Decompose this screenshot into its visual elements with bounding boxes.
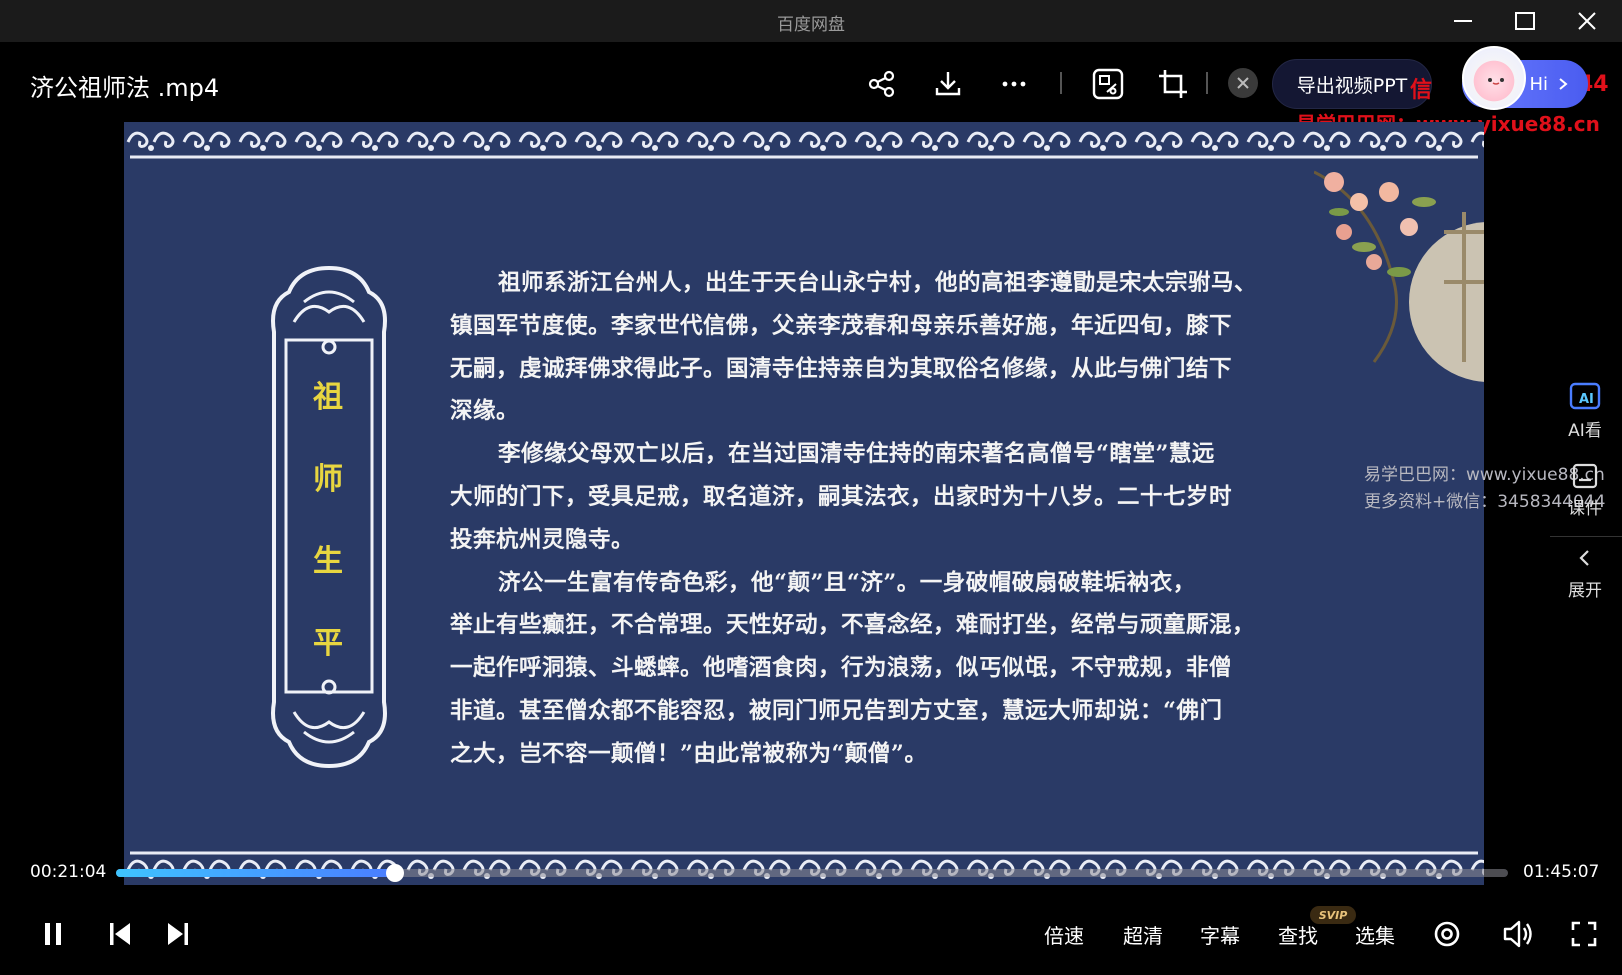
courseware-icon <box>1572 463 1598 489</box>
progress-fill <box>116 869 396 877</box>
svip-badge: SVIP <box>1310 906 1356 924</box>
slide-vertical-title: 祖 师 生 平 <box>306 372 350 662</box>
text-line: 大师的门下，受具足戒，取名道济，嗣其法衣，出家时为十八岁。二十七岁时 <box>450 483 1233 510</box>
chevron-right-icon <box>1559 78 1568 90</box>
decorative-border-top <box>124 122 1484 159</box>
text-line: 镇国军节度使。李家世代信佛，父亲李茂春和母亲乐善好施，年近四旬，膝下 <box>450 312 1233 339</box>
minimize-icon <box>1454 20 1472 22</box>
video-frame[interactable]: 祖 师 生 平 祖师系浙江台州人，出生于天台山永宁村，他的高祖李遵勖是宋太宗驸马… <box>124 122 1484 885</box>
progress-knob[interactable] <box>386 864 405 882</box>
side-divider <box>1550 536 1622 537</box>
expand-panel-button[interactable]: 展开 <box>1548 548 1622 601</box>
text-line: 深缘。 <box>450 398 520 425</box>
expand-label: 展开 <box>1568 581 1602 601</box>
ai-watch-button[interactable]: AI AI看 <box>1548 382 1622 441</box>
crop-button[interactable] <box>1153 64 1193 104</box>
text-line: 举止有些癫狂，不合常理。天性好动，不喜念经，难耐打坐，经常与顽童厮混， <box>450 612 1256 639</box>
text-line: 祖师系浙江台州人，出生于天台山永宁村，他的高祖李遵勖是宋太宗驸马、 <box>498 270 1258 296</box>
ai-view-icon: AI <box>1569 382 1601 410</box>
assistant-mascot-avatar[interactable] <box>1462 46 1526 110</box>
courseware-label: 课件 <box>1568 499 1602 519</box>
maximize-icon <box>1515 12 1535 30</box>
more-icon <box>1002 81 1026 87</box>
courseware-button[interactable]: 课件 <box>1548 462 1622 519</box>
quality-button[interactable]: 超清 <box>1123 920 1163 949</box>
pause-icon <box>45 923 61 945</box>
speed-button[interactable]: 倍速 <box>1044 920 1084 949</box>
screenshot-button[interactable] <box>1088 64 1128 104</box>
episodes-button[interactable]: 选集 <box>1355 920 1395 949</box>
gear-icon <box>1434 921 1460 947</box>
vertical-title-char: 平 <box>313 626 343 661</box>
app-title: 百度网盘 <box>777 15 845 35</box>
volume-button[interactable] <box>1496 912 1540 956</box>
text-line: 非道。甚至僧众都不能容忍，被同门师兄告到方丈室，慧远大师却说：“佛门 <box>450 697 1223 724</box>
total-time: 01:45:07 <box>1523 862 1600 882</box>
text-line: 无嗣，虔诚拜佛求得此子。国清寺住持亲自为其取俗名修缘，从此与佛门结下 <box>450 355 1233 382</box>
more-button[interactable] <box>994 64 1034 104</box>
subtitle-button[interactable]: 字幕 <box>1200 920 1240 949</box>
export-ppt-button[interactable]: 导出视频PPT <box>1272 59 1432 109</box>
close-icon <box>1237 77 1249 89</box>
settings-button[interactable] <box>1425 912 1469 956</box>
fullscreen-icon <box>1571 921 1597 947</box>
toolbar-divider <box>1060 72 1062 94</box>
screenshot-icon <box>1092 68 1124 100</box>
ai-watch-label: AI看 <box>1568 421 1602 441</box>
search-button[interactable]: 查找 <box>1278 920 1318 949</box>
crop-icon <box>1159 70 1187 98</box>
svg-text:AI: AI <box>1579 392 1594 407</box>
toolbar-divider <box>1206 72 1208 94</box>
text-line: 李修缘父母双亡以后，在当过国清寺住持的南宋著名高僧号“瞎堂”慧远 <box>498 441 1215 468</box>
close-window-button[interactable] <box>1564 5 1610 37</box>
mascot-face-icon <box>1488 78 1504 85</box>
minimize-button[interactable] <box>1440 5 1486 37</box>
text-line: 一起作呼洞猿、斗蟋蟀。他嗜酒食肉，行为浪荡，似丐似氓，不守戒规，非僧 <box>450 655 1233 682</box>
share-icon <box>868 70 895 98</box>
text-line: 投奔杭州灵隐寺。 <box>450 526 635 553</box>
decorative-border-bottom <box>124 851 1484 885</box>
vertical-title-char: 生 <box>313 544 343 579</box>
slide-body-text: 祖师系浙江台州人，出生于天台山永宁村，他的高祖李遵勖是宋太宗驸马、 镇国军节度使… <box>450 262 1345 776</box>
maximize-button[interactable] <box>1502 5 1548 37</box>
hi-label: Hi <box>1529 73 1548 95</box>
previous-button[interactable] <box>98 912 142 956</box>
download-button[interactable] <box>928 64 968 104</box>
chevron-left-icon <box>1579 550 1589 566</box>
text-line: 之大，岂不容一颠僧！”由此常被称为“颠僧”。 <box>450 740 928 767</box>
current-time: 00:21:04 <box>30 862 107 882</box>
skip-next-icon <box>168 923 188 945</box>
next-button[interactable] <box>156 912 200 956</box>
share-button[interactable] <box>862 64 902 104</box>
close-icon <box>1578 12 1596 30</box>
pause-button[interactable] <box>32 912 76 956</box>
download-icon <box>935 72 961 96</box>
vertical-title-char: 师 <box>313 462 343 497</box>
vertical-title-char: 祖 <box>313 380 343 415</box>
volume-icon <box>1503 920 1532 948</box>
window-titlebar: 百度网盘 <box>0 0 1622 42</box>
text-line: 济公一生富有传奇色彩，他“颠”且“济”。一身破帽破扇破鞋垢衲衣， <box>498 569 1196 596</box>
watermark-partial-text: 信 <box>1410 78 1433 103</box>
close-promo-button[interactable] <box>1228 68 1258 98</box>
file-title: 济公祖师法 .mp4 <box>30 74 220 102</box>
skip-previous-icon <box>110 923 130 945</box>
progress-bar[interactable] <box>116 864 1508 882</box>
fullscreen-button[interactable] <box>1562 912 1606 956</box>
